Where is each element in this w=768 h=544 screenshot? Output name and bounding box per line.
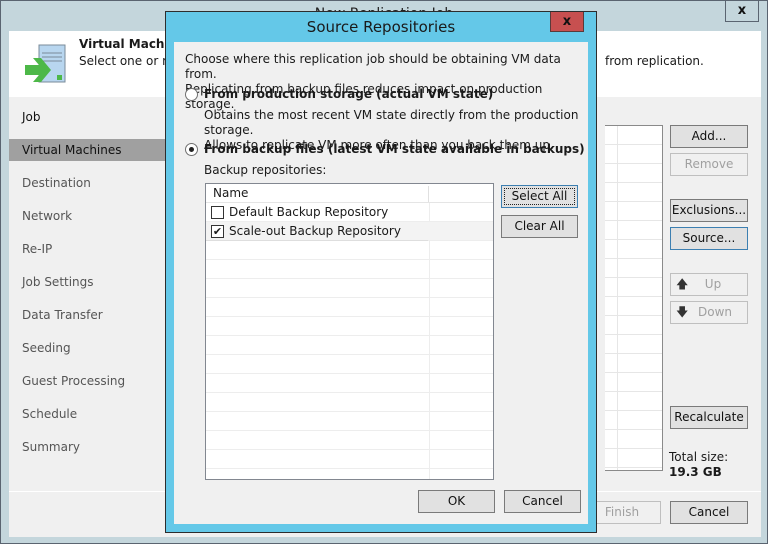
step-network[interactable]: Network: [9, 200, 169, 233]
down-label: Down: [697, 305, 732, 319]
step-summary[interactable]: Summary: [9, 431, 169, 464]
repository-name: Scale-out Backup Repository: [229, 224, 401, 238]
step-schedule[interactable]: Schedule: [9, 398, 169, 431]
add-button[interactable]: Add...: [670, 125, 748, 148]
dialog-client: Choose where this replication job should…: [174, 42, 588, 524]
step-destination[interactable]: Destination: [9, 167, 169, 200]
column-header-name[interactable]: Name: [206, 184, 493, 203]
select-all-button[interactable]: Select All: [501, 185, 578, 208]
production-storage-label: From production storage (actual VM state…: [204, 87, 494, 101]
arrow-down-icon: 🡇: [676, 305, 689, 319]
step-seeding[interactable]: Seeding: [9, 332, 169, 365]
production-storage-option[interactable]: From production storage (actual VM state…: [185, 87, 493, 101]
source-button[interactable]: Source...: [670, 227, 748, 250]
backup-files-radio[interactable]: [185, 142, 198, 156]
exclusions-button[interactable]: Exclusions...: [670, 199, 748, 222]
dialog-cancel-button[interactable]: Cancel: [504, 490, 581, 513]
backup-files-label: From backup files (latest VM state avail…: [204, 142, 585, 156]
dialog-intro: Choose where this replication job should…: [185, 52, 588, 112]
total-size-value: 19.3 GB: [669, 465, 722, 479]
close-icon[interactable]: x: [725, 1, 759, 22]
dialog-title: Source Repositories: [306, 18, 456, 36]
up-label: Up: [704, 277, 722, 291]
step-data-transfer[interactable]: Data Transfer: [9, 299, 169, 332]
dialog-close-icon[interactable]: x: [550, 12, 584, 32]
repository-checkbox[interactable]: [211, 205, 224, 219]
total-size-label: Total size:: [669, 450, 729, 464]
step-re-ip[interactable]: Re-IP: [9, 233, 169, 266]
wizard-steps: Job Virtual Machines Destination Network…: [9, 101, 169, 464]
source-repositories-dialog: Source Repositories x Choose where this …: [165, 11, 597, 533]
ok-button[interactable]: OK: [418, 490, 495, 513]
header-description-end: from replication.: [605, 54, 704, 68]
vm-list[interactable]: [605, 125, 663, 471]
clear-all-button[interactable]: Clear All: [501, 215, 578, 238]
step-guest-processing[interactable]: Guest Processing: [9, 365, 169, 398]
backup-repositories-list[interactable]: Name Default Backup Repository ✔ Scale-o…: [205, 183, 494, 480]
repository-row[interactable]: ✔ Scale-out Backup Repository: [206, 222, 493, 241]
backup-repositories-label: Backup repositories:: [204, 163, 327, 177]
repository-checkbox-checked[interactable]: ✔: [211, 224, 224, 238]
wizard-cancel-button[interactable]: Cancel: [670, 501, 748, 524]
intro-line-1: Choose where this replication job should…: [185, 52, 561, 81]
production-storage-radio[interactable]: [185, 87, 198, 101]
production-desc-line-1: Obtains the most recent VM state directl…: [204, 108, 579, 137]
backup-files-option[interactable]: From backup files (latest VM state avail…: [185, 142, 585, 156]
recalculate-button[interactable]: Recalculate: [670, 406, 748, 429]
step-virtual-machines[interactable]: Virtual Machines: [9, 139, 169, 161]
up-button[interactable]: 🡅 Up: [670, 273, 748, 296]
arrow-up-icon: 🡅: [676, 277, 689, 291]
repository-name: Default Backup Repository: [229, 205, 389, 219]
down-button[interactable]: 🡇 Down: [670, 301, 748, 324]
step-job-settings[interactable]: Job Settings: [9, 266, 169, 299]
remove-button[interactable]: Remove: [670, 153, 748, 176]
step-job[interactable]: Job: [9, 101, 169, 134]
repository-row[interactable]: Default Backup Repository: [206, 203, 493, 222]
vm-add-icon: [25, 44, 66, 83]
